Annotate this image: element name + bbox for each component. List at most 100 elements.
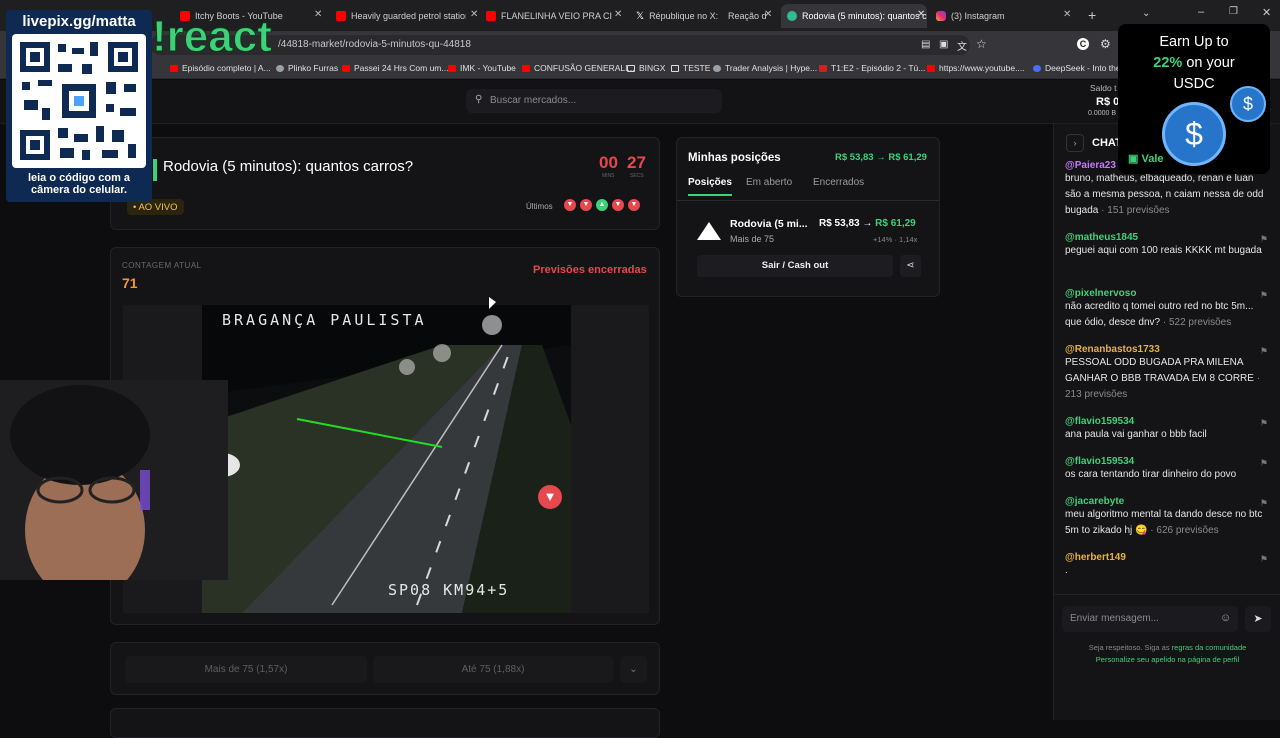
camera-location: SP08 KM94+5	[388, 581, 510, 599]
bookmark-item[interactable]: DeepSeek - Into the ...	[1033, 63, 1130, 73]
bookmark-item[interactable]: Plinko Furras	[276, 63, 338, 73]
result-down-icon: ▼	[580, 199, 592, 211]
chat-message: @Renanbastos1733 PESSOAL ODD BUGADA PRA …	[1065, 344, 1270, 403]
tv-icon	[819, 64, 827, 72]
up-triangle-icon	[697, 222, 721, 240]
close-tab-icon[interactable]: ✕	[614, 9, 622, 20]
folder-icon	[627, 64, 635, 72]
close-window-icon[interactable]: ✕	[1262, 6, 1271, 19]
bookmark-item[interactable]: Trader Analysis | Hype...	[713, 63, 817, 73]
last-results-label: Últimos	[526, 202, 553, 211]
bookmark-label: https://www.youtube....	[939, 63, 1025, 73]
tab-posicoes[interactable]: Posições	[688, 177, 732, 196]
chat-username[interactable]: @jacarebyte	[1065, 496, 1270, 507]
youtube-icon	[522, 64, 530, 72]
report-flag-icon[interactable]: ⚑	[1260, 234, 1268, 245]
report-flag-icon[interactable]: ⚑	[1260, 290, 1268, 301]
predictions-status: Previsões encerradas	[533, 264, 647, 276]
youtube-icon	[170, 64, 178, 72]
position-from: R$ 53,83	[819, 218, 860, 229]
extension-c-icon[interactable]: C	[1077, 38, 1089, 50]
x-logo-icon: 𝕏	[636, 10, 645, 22]
close-tab-icon[interactable]: ✕	[314, 9, 322, 20]
browser-tab[interactable]: Heavily guarded petrol stations	[336, 4, 466, 28]
profile-nickname-link[interactable]: Personalize seu apelido na página de per…	[1096, 655, 1239, 664]
browser-tab-active[interactable]: Rodovia (5 minutos): quantos ca	[781, 4, 927, 28]
bookmark-item[interactable]: Episódio completo | A...	[170, 63, 271, 73]
chat-username[interactable]: @Renanbastos1733	[1065, 344, 1270, 355]
extensions-puzzle-icon[interactable]: ⚙	[1100, 37, 1111, 51]
bookmark-label: Plinko Furras	[288, 63, 339, 73]
tab-em-aberto[interactable]: Em aberto	[746, 177, 792, 188]
bookmark-item[interactable]: https://www.youtube....	[927, 63, 1025, 73]
close-tab-icon[interactable]: ✕	[917, 9, 925, 20]
maximize-icon[interactable]: ❐	[1229, 6, 1238, 17]
chat-username[interactable]: @herbert149	[1065, 552, 1270, 563]
close-tab-icon[interactable]: ✕	[470, 9, 478, 20]
report-flag-icon[interactable]: ⚑	[1260, 458, 1268, 469]
send-icon[interactable]: ➤	[1245, 606, 1271, 632]
chat-meta: · 626 previsões	[1147, 525, 1219, 536]
bookmark-item[interactable]: TESTE	[671, 63, 710, 73]
ad-footer: ▣ Vale	[1128, 152, 1164, 165]
chat-text: PESSOAL ODD BUGADA PRA MILENA GANHAR O B…	[1065, 357, 1254, 384]
bookmark-item[interactable]: BINGX	[627, 63, 665, 73]
bet-more-button[interactable]: Mais de 75 (1,57x)	[125, 656, 367, 683]
cashout-button[interactable]: Sair / Cash out	[697, 255, 893, 277]
bookmark-label: BINGX	[639, 63, 666, 73]
chat-input[interactable]: Enviar mensagem...	[1062, 606, 1238, 632]
usdc-ad-overlay[interactable]: Earn Up to 22% on your USDC $ $ ▣ Vale	[1118, 24, 1270, 174]
reader-mode-icon[interactable]: ▤	[921, 39, 930, 50]
position-title: Rodovia (5 mi...	[730, 218, 808, 230]
chat-username[interactable]: @pixelnervoso	[1065, 288, 1270, 299]
screenshot-icon[interactable]: ▣	[939, 39, 948, 50]
close-tab-icon[interactable]: ✕	[764, 9, 772, 20]
road-scene-image	[202, 305, 571, 613]
report-flag-icon[interactable]: ⚑	[1260, 346, 1268, 357]
tab-search-icon[interactable]: ⌄	[1142, 8, 1150, 19]
divider	[677, 200, 939, 201]
youtube-favicon-icon	[336, 11, 346, 21]
minimize-icon[interactable]: –	[1198, 6, 1204, 18]
bookmark-item[interactable]: CONFUSÃO GENERALI...	[522, 63, 635, 73]
globe-icon	[713, 64, 721, 72]
browser-tab[interactable]: 𝕏 République no X: "	[636, 4, 720, 28]
bookmark-item[interactable]: Passei 24 Hrs Com um...	[342, 63, 448, 73]
browser-tab[interactable]: FLANELINHA VEIO PRA CIMA, D	[486, 4, 612, 28]
chat-message: @flavio159534 os cara tentando tirar din…	[1065, 456, 1270, 483]
bookmark-item[interactable]: IMK - YouTube	[448, 63, 516, 73]
report-flag-icon[interactable]: ⚑	[1260, 554, 1268, 565]
chat-text: ana paula vai ganhar o bbb facil	[1065, 429, 1207, 440]
browser-tab[interactable]: (3) Instagram	[936, 4, 1056, 28]
address-bar[interactable]: /44818-market/rodovia-5-minutos-qu-44818	[150, 35, 970, 55]
report-flag-icon[interactable]: ⚑	[1260, 498, 1268, 509]
count-label: CONTAGEM ATUAL	[122, 261, 202, 270]
bookmark-label: Passei 24 Hrs Com um...	[354, 63, 449, 73]
search-icon: ⚲	[475, 94, 483, 105]
chat-message: @pixelnervoso não acredito q tomei outro…	[1065, 288, 1270, 331]
new-tab-icon[interactable]: +	[1088, 7, 1096, 23]
usdc-coin-small-icon: $	[1230, 86, 1266, 122]
bet-card: Mais de 75 (1,57x) Até 75 (1,88x) ⌄	[110, 642, 660, 695]
bet-less-button[interactable]: Até 75 (1,88x)	[373, 656, 613, 683]
close-tab-icon[interactable]: ✕	[1063, 9, 1071, 20]
tab-encerrados[interactable]: Encerrados	[813, 177, 864, 188]
chat-username[interactable]: @flavio159534	[1065, 456, 1270, 467]
chat-username[interactable]: @flavio159534	[1065, 416, 1270, 427]
emoji-icon[interactable]: ☺	[1220, 612, 1231, 624]
share-icon[interactable]: ⋖	[900, 255, 921, 277]
chat-username[interactable]: @matheus1845	[1065, 232, 1270, 243]
chevron-down-icon[interactable]: ⌄	[620, 656, 647, 683]
translate-icon[interactable]: 文	[957, 38, 967, 53]
bookmark-item[interactable]: T1:E2 - Episódio 2 - Tú...	[819, 63, 925, 73]
community-rules-link[interactable]: regras da comunidade	[1172, 643, 1247, 652]
chat-message: @herbert149 .	[1065, 552, 1270, 579]
search-input[interactable]: ⚲ Buscar mercados...	[466, 89, 722, 113]
chat-text: peguei aqui com 100 reais KKKK mt bugada	[1065, 245, 1262, 256]
bookmark-star-icon[interactable]: ☆	[976, 37, 987, 51]
report-flag-icon[interactable]: ⚑	[1260, 418, 1268, 429]
qr-caption: leia o código com a câmera do celular.	[6, 172, 152, 196]
market-header-card: Rodovia (5 minutos): quantos carros? 00 …	[110, 137, 660, 230]
qr-caption-line2: câmera do celular.	[31, 184, 127, 196]
collapse-chat-icon[interactable]: ›	[1066, 134, 1084, 152]
